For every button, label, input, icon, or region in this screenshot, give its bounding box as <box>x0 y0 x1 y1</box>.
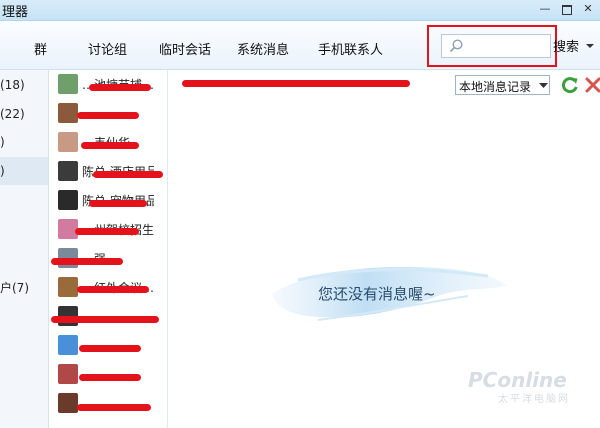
tab-phone-contacts[interactable]: 手机联系人 <box>318 39 383 58</box>
contact-list: …池塘苗捕… …韦仙华 陈总 酒店用品 陈总 宠物用品 …州驾校招生主任 …强 … <box>49 70 214 428</box>
redaction-mark <box>51 316 159 323</box>
group-item[interactable]: (22) <box>0 100 48 128</box>
watermark-logo: PConline <box>468 368 567 392</box>
avatar <box>58 393 78 413</box>
redaction-mark <box>89 200 147 207</box>
group-item[interactable]: 户(7) <box>0 274 48 302</box>
group-item-selected[interactable]: ) <box>0 157 48 185</box>
refresh-icon[interactable] <box>560 75 580 95</box>
history-dropdown[interactable]: 本地消息记录 <box>455 75 550 95</box>
avatar <box>58 132 78 152</box>
avatar <box>58 161 78 181</box>
chevron-down-icon[interactable] <box>584 40 596 52</box>
redaction-mark <box>79 374 141 381</box>
window-title: 理器 <box>2 5 29 20</box>
tab-system-message[interactable]: 系统消息 <box>237 39 289 58</box>
avatar <box>58 103 78 123</box>
group-panel: (18) (22) ) ) 户(7) <box>0 70 49 428</box>
search-input[interactable] <box>466 37 550 57</box>
history-dropdown-label: 本地消息记录 <box>459 80 532 94</box>
group-label: (18) <box>0 78 25 92</box>
watermark: PConline 太平洋电脑网 <box>468 368 570 405</box>
redaction-mark <box>77 286 149 293</box>
minimize-button[interactable]: — <box>535 1 555 17</box>
maximize-icon <box>562 5 572 15</box>
group-item[interactable]: ) <box>0 128 48 156</box>
redaction-mark <box>51 258 123 265</box>
search-field[interactable] <box>441 34 551 58</box>
chevron-down-icon <box>539 83 548 88</box>
delete-icon[interactable] <box>584 75 600 95</box>
search-icon <box>449 39 463 53</box>
title-bar: 理器 — ✕ <box>0 0 600 21</box>
redaction-mark <box>77 404 151 411</box>
redaction-mark <box>89 84 151 91</box>
redaction-mark <box>93 171 163 178</box>
watermark-subtitle: 太平洋电脑网 <box>498 394 570 405</box>
avatar <box>58 190 78 210</box>
tab-temp-session[interactable]: 临时会话 <box>159 39 211 58</box>
empty-message: 您还没有消息喔~ <box>318 285 436 303</box>
group-item[interactable]: (18) <box>0 71 48 99</box>
avatar <box>58 277 78 297</box>
maximize-button[interactable] <box>556 1 578 19</box>
search-button[interactable]: 搜索 <box>553 36 579 55</box>
tab-discussion[interactable]: 讨论组 <box>88 39 127 58</box>
redaction-mark <box>79 345 141 352</box>
group-label: ) <box>0 164 5 178</box>
message-panel: 本地消息记录 您还没有消息喔~ PConline 太平洋电脑网 <box>168 70 600 428</box>
close-button[interactable]: ✕ <box>578 1 598 17</box>
tab-group[interactable]: 群 <box>34 39 47 58</box>
redaction-mark <box>75 228 139 235</box>
avatar <box>58 74 78 94</box>
redaction-mark <box>81 142 139 149</box>
redaction-mark <box>182 80 410 87</box>
group-label: (22) <box>0 107 25 121</box>
group-label: ) <box>0 135 5 149</box>
avatar <box>58 364 78 384</box>
group-label: 户(7) <box>0 281 29 295</box>
avatar <box>58 335 78 355</box>
redaction-mark <box>77 112 139 119</box>
